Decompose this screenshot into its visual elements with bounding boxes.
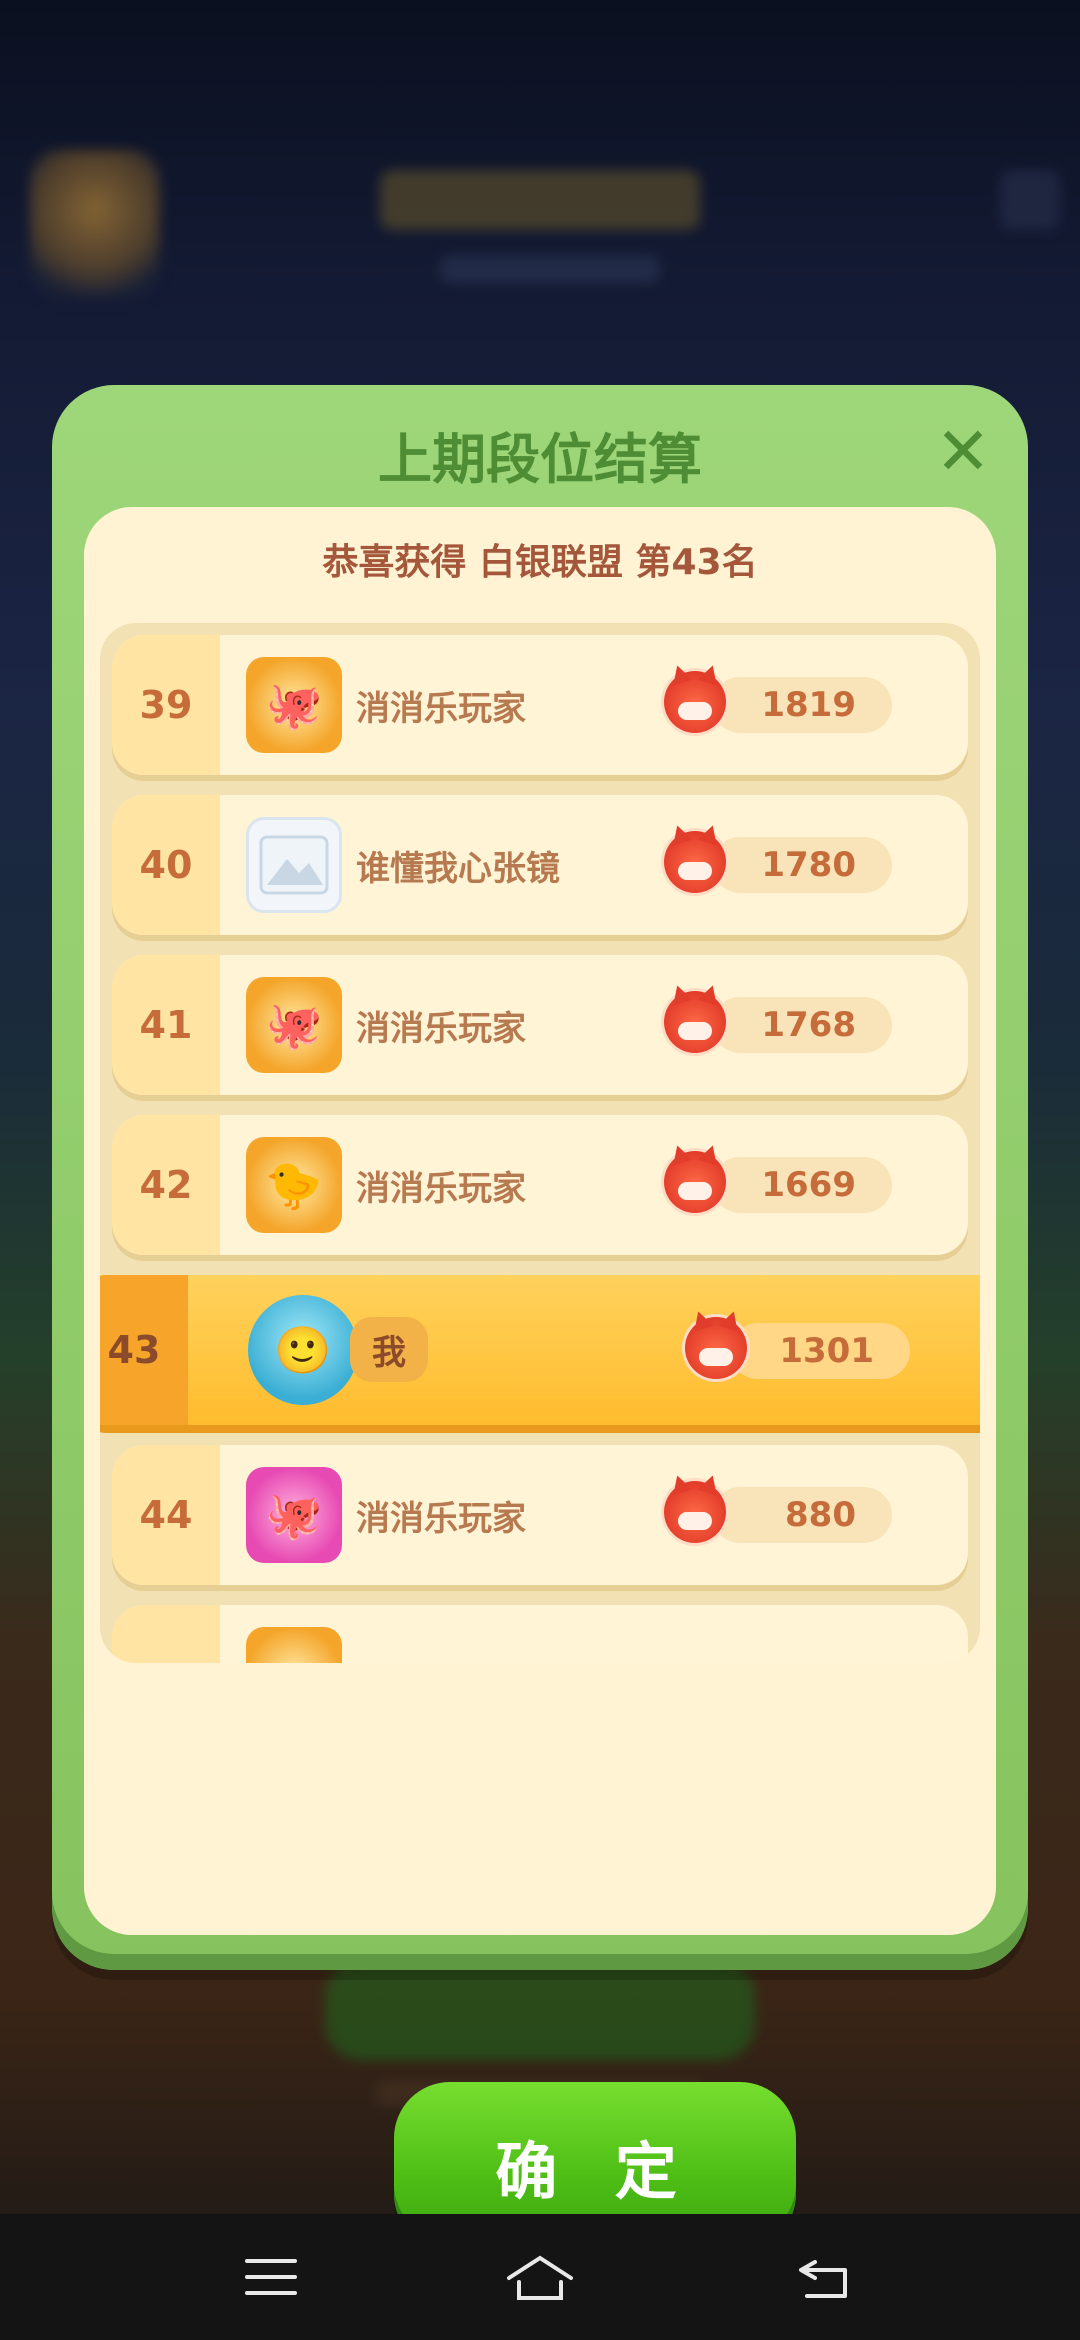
close-button[interactable]: ✕ [932, 419, 994, 485]
ranking-row: 44 🐙 消消乐玩家 880 [112, 1445, 968, 1585]
rank-number: 43 [100, 1275, 188, 1425]
fox-icon [664, 1481, 726, 1543]
background-subtitle [440, 255, 660, 283]
score-value: 1669 [712, 1157, 892, 1213]
fox-icon [685, 1317, 747, 1379]
player-name: 消消乐玩家 [356, 1008, 526, 1049]
background-avatar [30, 150, 160, 300]
player-name: 我 [350, 1317, 428, 1382]
image-placeholder-icon [246, 817, 342, 913]
dialog-title: 上期段位结算 [378, 428, 702, 491]
player-name: 消消乐玩家 [356, 1168, 526, 1209]
score-value: 1301 [730, 1323, 910, 1379]
fox-icon [664, 1151, 726, 1213]
octopus-badge-icon: 🐙 [246, 657, 342, 753]
badge-icon [246, 1627, 342, 1663]
season-settlement-dialog: 上期段位结算 ✕ 恭喜获得 白银联盟 第43名 39 🐙 消消乐玩家 1819 … [52, 385, 1028, 2250]
rank-number: 41 [112, 955, 220, 1095]
fox-icon [664, 671, 726, 733]
ranking-row-partial [112, 1605, 968, 1663]
rank-number: 39 [112, 635, 220, 775]
octopus-badge-icon: 🐙 [246, 977, 342, 1073]
user-photo-avatar: 🙂 [248, 1295, 358, 1405]
close-icon: ✕ [935, 413, 991, 490]
chick-badge-icon: 🐤 [246, 1137, 342, 1233]
ranking-row: 41 🐙 消消乐玩家 1768 [112, 955, 968, 1095]
rank-number [112, 1605, 220, 1663]
player-name: 消消乐玩家 [356, 688, 526, 729]
score-value: 1780 [712, 837, 892, 893]
back-icon[interactable] [790, 2242, 860, 2312]
home-icon[interactable] [505, 2242, 575, 2312]
player-name: 谁懂我心张镜 [356, 848, 560, 889]
fox-icon [664, 831, 726, 893]
ranking-list[interactable]: 39 🐙 消消乐玩家 1819 40 谁懂我心张镜 1780 41 🐙 消消乐玩… [100, 623, 980, 1663]
background-title [380, 170, 700, 230]
ranking-row: 40 谁懂我心张镜 1780 [112, 795, 968, 935]
fox-icon [664, 991, 726, 1053]
ranking-row-current-user: 43 🙂 我 1301 [100, 1275, 980, 1425]
system-navigation-bar [0, 2214, 1080, 2340]
score-value: 1768 [712, 997, 892, 1053]
score-value: 1819 [712, 677, 892, 733]
congratulations-text: 恭喜获得 白银联盟 第43名 [322, 542, 758, 583]
player-name: 消消乐玩家 [356, 1498, 526, 1539]
background-close-icon [1000, 170, 1060, 230]
ranking-row: 39 🐙 消消乐玩家 1819 [112, 635, 968, 775]
rank-number: 40 [112, 795, 220, 935]
octopus-icon: 🐙 [246, 1467, 342, 1563]
rank-number: 44 [112, 1445, 220, 1585]
score-value: 880 [712, 1487, 892, 1543]
rank-number: 42 [112, 1115, 220, 1255]
background-button [325, 1960, 755, 2060]
ranking-row: 42 🐤 消消乐玩家 1669 [112, 1115, 968, 1255]
menu-icon[interactable] [236, 2242, 306, 2312]
